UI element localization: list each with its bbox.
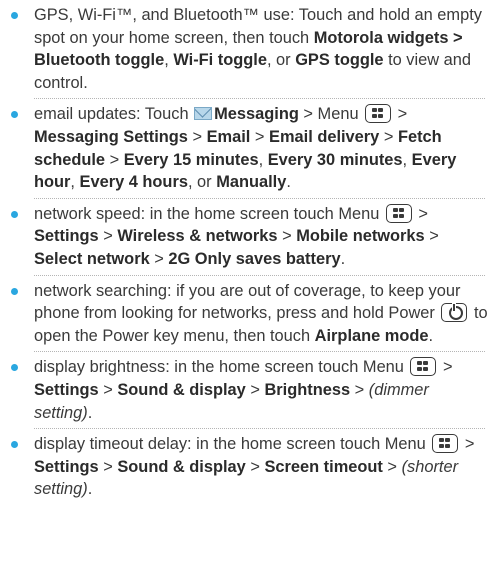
bullet-icon: [11, 364, 18, 372]
tip-text: >: [277, 227, 297, 246]
tip-text: >: [98, 227, 118, 246]
tip-text: ,: [402, 150, 412, 169]
tip-path: Settings: [34, 457, 99, 476]
tip-display-brightness: display brightness: in the home screen t…: [0, 356, 489, 430]
tip-text: >: [350, 380, 369, 399]
tip-text: >: [98, 380, 118, 399]
tip-text: , or: [266, 51, 296, 70]
menu-key-icon: [365, 104, 392, 124]
tips-list: GPS, Wi-Fi™, and Bluetooth™ use: Touch a…: [0, 0, 493, 568]
tip-text: ,: [70, 173, 80, 192]
divider: [34, 351, 485, 353]
tip-text: >: [187, 127, 207, 146]
tip-text: network speed: in the home screen touch …: [34, 204, 384, 223]
tip-path: Wi-Fi toggle: [173, 51, 267, 70]
tip-path: Manually: [216, 173, 287, 192]
tip-text: >: [245, 380, 265, 399]
tip-text: , or: [187, 173, 217, 192]
tip-path: Email: [206, 127, 251, 146]
tip-text: ,: [164, 51, 174, 70]
tip-path: Messaging Settings: [34, 127, 188, 146]
tip-text: .: [87, 403, 93, 422]
tip-text: >: [393, 105, 408, 124]
menu-key-icon: [385, 203, 412, 223]
tip-text: >: [413, 204, 429, 223]
tip-text: network searching: if you are out of cov…: [34, 281, 461, 323]
tip-text: > Menu: [298, 105, 364, 124]
divider: [34, 274, 485, 276]
tip-text: >: [250, 127, 270, 146]
tip-text: >: [382, 457, 402, 476]
tip-path: Email delivery: [269, 127, 380, 146]
divider: [34, 98, 485, 100]
tip-path: Screen timeout: [264, 457, 383, 476]
bullet-icon: [11, 441, 18, 449]
tip-path: Every 30 minutes: [267, 150, 403, 169]
menu-key-icon: [410, 357, 437, 377]
tip-path: Messaging: [214, 105, 299, 124]
power-key-icon: [441, 303, 468, 323]
bullet-icon: [11, 210, 18, 218]
tip-text: ,: [258, 150, 268, 169]
tip-text: .: [428, 326, 434, 345]
tip-text: >: [149, 249, 169, 268]
divider: [34, 428, 485, 430]
divider: [34, 197, 485, 199]
tip-text: >: [424, 227, 439, 246]
tip-path: GPS toggle: [295, 51, 384, 70]
tip-text: >: [98, 457, 118, 476]
tip-text: >: [438, 358, 453, 377]
tip-path: Select network: [34, 249, 150, 268]
tip-gps-wifi-bluetooth: GPS, Wi-Fi™, and Bluetooth™ use: Touch a…: [0, 4, 489, 100]
tip-text: email updates: Touch: [34, 105, 194, 124]
bullet-icon: [11, 12, 18, 19]
tip-text: >: [105, 150, 124, 169]
bullet-icon: [11, 287, 18, 295]
tip-text: >: [460, 435, 475, 454]
tip-path: Brightness: [264, 380, 351, 399]
tip-network-speed: network speed: in the home screen touch …: [0, 203, 489, 276]
tip-text: display brightness: in the home screen t…: [34, 358, 409, 377]
envelope-icon: [194, 107, 213, 121]
tip-text: >: [245, 457, 265, 476]
tip-text: >: [379, 127, 398, 146]
tip-path: Mobile networks: [296, 227, 425, 246]
tip-path: Settings: [34, 380, 99, 399]
bullet-icon: [11, 111, 18, 119]
tip-path: Airplane mode: [314, 326, 429, 345]
tip-display-timeout: display timeout delay: in the home scree…: [0, 433, 489, 501]
tip-text: .: [340, 249, 346, 268]
tip-path: Wireless & networks: [117, 227, 278, 246]
tip-path: Sound & display: [117, 380, 246, 399]
tip-path: Every 4 hours: [79, 173, 188, 192]
tip-path: Settings: [34, 227, 99, 246]
tip-email-updates: email updates: Touch Messaging > Menu > …: [0, 103, 489, 199]
menu-key-icon: [432, 434, 459, 454]
tip-path: Sound & display: [117, 457, 246, 476]
tip-path: Every 15 minutes: [123, 150, 259, 169]
tip-network-searching: network searching: if you are out of cov…: [0, 280, 489, 353]
tip-text: .: [286, 173, 291, 192]
tip-text: .: [87, 480, 93, 499]
tip-text: display timeout delay: in the home scree…: [34, 435, 431, 454]
tip-path: 2G Only saves battery: [168, 249, 341, 268]
